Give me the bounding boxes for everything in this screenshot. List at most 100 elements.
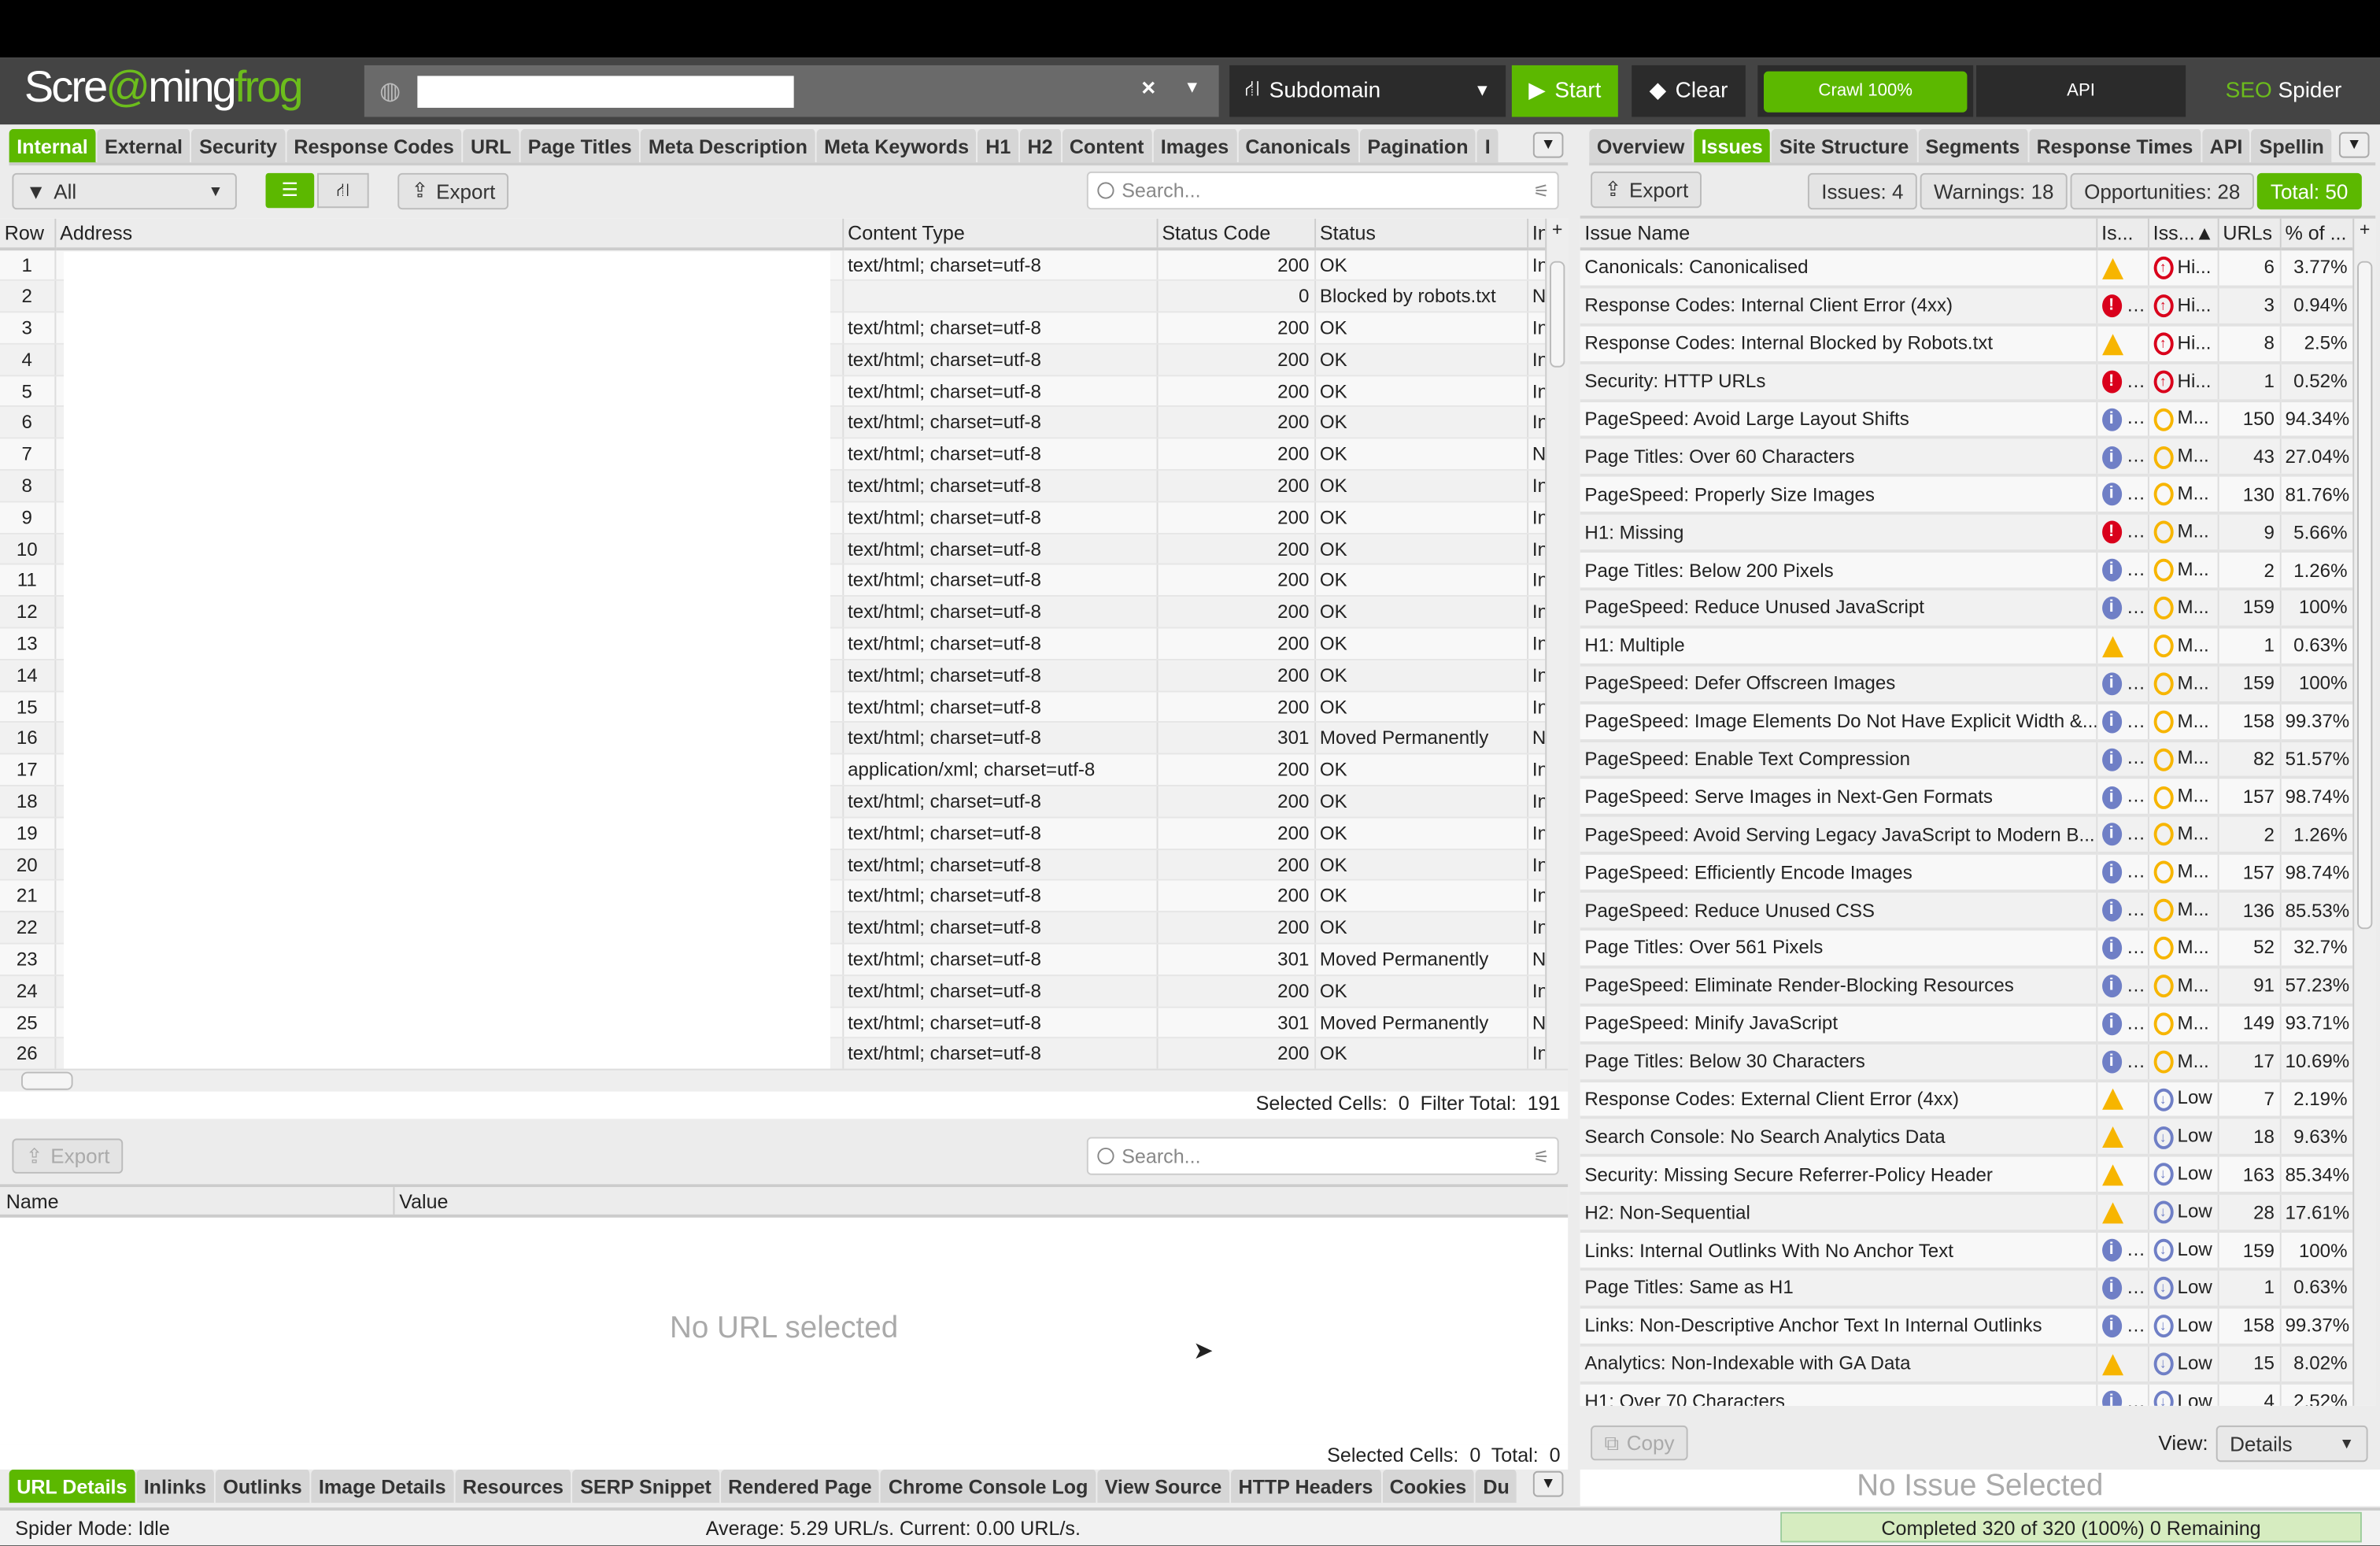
warnings-count[interactable]: Warnings: 18 bbox=[1920, 172, 2068, 210]
issue-row[interactable]: PageSpeed: Defer Offscreen Images i … M...… bbox=[1580, 664, 2354, 705]
column-header-address[interactable]: Address bbox=[54, 218, 844, 251]
right-tab-response-times[interactable]: Response Times bbox=[2028, 128, 2202, 163]
tab-meta-description[interactable]: Meta Description bbox=[641, 128, 817, 163]
issue-row[interactable]: Links: Internal Outlinks With No Anchor … bbox=[1580, 1231, 2354, 1271]
filter-dropdown[interactable]: ▼ All ▼ bbox=[12, 172, 237, 210]
issues-column-header-1[interactable]: Is... bbox=[2096, 218, 2149, 251]
bottom-tab-http-headers[interactable]: HTTP Headers bbox=[1230, 1469, 1383, 1503]
issues-column-header-0[interactable]: Issue Name bbox=[1580, 218, 2097, 251]
issue-row[interactable]: Analytics: Non-Indexable with GA Data ↓ Lo… bbox=[1580, 1344, 2354, 1385]
bottom-tab-outlinks[interactable]: Outlinks bbox=[215, 1469, 312, 1503]
issue-row[interactable]: Response Codes: Internal Blocked by Robo… bbox=[1580, 324, 2354, 364]
issues-column-header-4[interactable]: % of ... bbox=[2279, 218, 2354, 251]
issue-row[interactable]: Search Console: No Search Analytics Data… bbox=[1580, 1118, 2354, 1158]
issue-row[interactable]: PageSpeed: Serve Images in Next-Gen Form… bbox=[1580, 778, 2354, 818]
bottom-tab-rendered-page[interactable]: Rendered Page bbox=[720, 1469, 881, 1503]
bottom-tab-view-source[interactable]: View Source bbox=[1096, 1469, 1231, 1503]
clear-url-icon[interactable]: × bbox=[1141, 76, 1155, 103]
right-tab-api[interactable]: API bbox=[2201, 128, 2252, 163]
more-bottom-tabs-button[interactable]: ▼ bbox=[1532, 1470, 1564, 1497]
tab-external[interactable]: External bbox=[97, 128, 192, 163]
column-header-content-type[interactable]: Content Type bbox=[842, 218, 1158, 251]
tab-h1[interactable]: H1 bbox=[978, 128, 1020, 163]
list-view-button[interactable]: ☰ bbox=[265, 172, 315, 209]
issue-row[interactable]: Page Titles: Over 561 Pixels i … M... 52 32.… bbox=[1580, 929, 2354, 969]
bottom-tab-image-details[interactable]: Image Details bbox=[311, 1469, 456, 1503]
right-tab-issues[interactable]: Issues bbox=[1693, 128, 1772, 163]
search-options-icon[interactable]: ⚟ bbox=[1533, 180, 1550, 202]
issue-row[interactable]: Canonicals: Canonicalised ↑ Hi... 6 3.77% bbox=[1580, 249, 2354, 289]
right-tab-site-structure[interactable]: Site Structure bbox=[1772, 128, 1918, 163]
issues-vertical-scrollbar[interactable]: + bbox=[2352, 218, 2376, 1406]
issue-row[interactable]: PageSpeed: Avoid Large Layout Shifts i … M… bbox=[1580, 400, 2354, 440]
bottom-tab-serp-snippet[interactable]: SERP Snippet bbox=[572, 1469, 721, 1503]
opportunities-count[interactable]: Opportunities: 28 bbox=[2070, 172, 2254, 210]
issue-row[interactable]: PageSpeed: Reduce Unused JavaScript i … M.… bbox=[1580, 589, 2354, 629]
clear-button[interactable]: ◆ Clear bbox=[1632, 65, 1746, 117]
right-tab-spellin[interactable]: Spellin bbox=[2251, 128, 2334, 163]
tab-h2[interactable]: H2 bbox=[1019, 128, 1062, 163]
tab-page-titles[interactable]: Page Titles bbox=[520, 128, 641, 163]
issue-row[interactable]: PageSpeed: Properly Size Images i … M... 13… bbox=[1580, 475, 2354, 516]
bottom-tab-cookies[interactable]: Cookies bbox=[1382, 1469, 1476, 1503]
issue-row[interactable]: PageSpeed: Eliminate Render-Blocking Res… bbox=[1580, 967, 2354, 1007]
tree-view-button[interactable]: ⛙ bbox=[317, 172, 369, 209]
view-dropdown[interactable]: Details ▼ bbox=[2216, 1425, 2368, 1463]
issues-export-button[interactable]: ⇪ Export bbox=[1591, 171, 1702, 209]
main-table-horizontal-scrollbar[interactable] bbox=[0, 1068, 1569, 1092]
column-header-indexability[interactable]: Indexability bbox=[1527, 218, 1547, 251]
bottom-tab-du[interactable]: Du bbox=[1475, 1469, 1519, 1503]
issue-row[interactable]: H1: Multiple M... 1 0.63% bbox=[1580, 627, 2354, 667]
copy-button[interactable]: ⧉ Copy bbox=[1591, 1425, 1688, 1461]
issue-row[interactable]: PageSpeed: Reduce Unused CSS i … M... 136 85… bbox=[1580, 891, 2354, 931]
issue-row[interactable]: Page Titles: Same as H1 i … ↓ Low 1 0.63% bbox=[1580, 1269, 2354, 1309]
issue-row[interactable]: H1: Missing! … M... 9 5.66% bbox=[1580, 513, 2354, 553]
column-header-status[interactable]: Status bbox=[1314, 218, 1528, 251]
right-tab-overview[interactable]: Overview bbox=[1589, 128, 1694, 163]
issue-row[interactable]: Response Codes: Internal Client Error (4… bbox=[1580, 287, 2354, 327]
issue-row[interactable]: H2: Non-Sequential ↓ Low 28 17.61% bbox=[1580, 1193, 2354, 1233]
export-button[interactable]: ⇪ Export bbox=[397, 172, 509, 210]
bottom-tab-chrome-console-log[interactable]: Chrome Console Log bbox=[881, 1469, 1097, 1503]
lower-search-input[interactable]: Search... ⚟ bbox=[1086, 1137, 1559, 1175]
right-tab-segments[interactable]: Segments bbox=[1917, 128, 2029, 163]
issue-row[interactable]: Page Titles: Below 200 Pixels i … M... 2 1.2… bbox=[1580, 551, 2354, 591]
tab-meta-keywords[interactable]: Meta Keywords bbox=[816, 128, 978, 163]
tab-response-codes[interactable]: Response Codes bbox=[286, 128, 464, 163]
bottom-tab-inlinks[interactable]: Inlinks bbox=[136, 1469, 216, 1503]
issue-row[interactable]: PageSpeed: Image Elements Do Not Have Ex… bbox=[1580, 702, 2354, 742]
crawl-mode-dropdown[interactable]: ⛙ Subdomain ▼ bbox=[1229, 65, 1506, 117]
tab-canonicals[interactable]: Canonicals bbox=[1237, 128, 1360, 163]
issue-row[interactable]: PageSpeed: Minify JavaScript i … M... 149 93… bbox=[1580, 1004, 2354, 1045]
total-count[interactable]: Total: 50 bbox=[2256, 172, 2362, 210]
tab-i[interactable]: I bbox=[1477, 128, 1500, 163]
bottom-tab-url-details[interactable]: URL Details bbox=[9, 1469, 137, 1503]
more-tabs-button[interactable]: ▼ bbox=[1532, 131, 1564, 158]
issue-row[interactable]: PageSpeed: Enable Text Compression i … M..… bbox=[1580, 740, 2354, 780]
start-button[interactable]: ▶ Start bbox=[1511, 65, 1618, 117]
issue-row[interactable]: Response Codes: External Client Error (4… bbox=[1580, 1080, 2354, 1120]
tab-internal[interactable]: Internal bbox=[9, 128, 98, 163]
issue-row[interactable]: Links: Non-Descriptive Anchor Text In In… bbox=[1580, 1307, 2354, 1347]
column-header-value[interactable]: Value bbox=[394, 1187, 453, 1215]
issue-row[interactable]: H1: Over 70 Characters i … ↓ Low 4 2.52% bbox=[1580, 1382, 2354, 1406]
issues-count[interactable]: Issues: 4 bbox=[1807, 172, 1917, 210]
issue-row[interactable]: Security: HTTP URLs! … ↑ Hi... 1 0.52% bbox=[1580, 362, 2354, 402]
url-input[interactable] bbox=[417, 76, 794, 108]
issue-row[interactable]: Page Titles: Over 60 Characters i … M... 43… bbox=[1580, 438, 2354, 478]
column-header-status-code[interactable]: Status Code bbox=[1156, 218, 1316, 251]
issue-row[interactable]: Page Titles: Below 30 Characters i … M... 1… bbox=[1580, 1042, 2354, 1082]
tab-security[interactable]: Security bbox=[191, 128, 286, 163]
api-button[interactable]: API bbox=[1975, 65, 2186, 117]
issue-row[interactable]: Security: Missing Secure Referrer-Policy… bbox=[1580, 1156, 2354, 1196]
tab-url[interactable]: URL bbox=[463, 128, 521, 163]
issues-column-header-3[interactable]: URLs bbox=[2217, 218, 2281, 251]
column-header-name[interactable]: Name bbox=[0, 1187, 395, 1215]
issue-row[interactable]: PageSpeed: Efficiently Encode Images i … M… bbox=[1580, 853, 2354, 893]
bottom-tab-resources[interactable]: Resources bbox=[455, 1469, 573, 1503]
more-right-tabs-button[interactable]: ▼ bbox=[2338, 131, 2370, 158]
search-options-icon[interactable]: ⚟ bbox=[1533, 1145, 1550, 1167]
lower-export-button[interactable]: ⇪ Export bbox=[12, 1138, 124, 1174]
tab-content[interactable]: Content bbox=[1062, 128, 1154, 163]
main-table-vertical-scrollbar[interactable]: + bbox=[1545, 218, 1569, 1069]
